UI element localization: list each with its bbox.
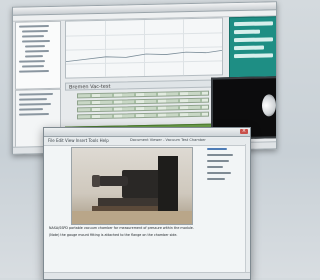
tree-item[interactable] [19,25,49,28]
photo-scope-tube [98,176,128,186]
photo-scope-lens [92,175,100,187]
control-field[interactable] [234,29,260,35]
graph-trace [66,49,222,63]
photo-floor [72,211,192,224]
video-highlight [262,94,276,117]
document-outline-list[interactable] [207,148,241,184]
waveform-graph-area[interactable] [65,17,223,79]
outline-item[interactable] [207,178,225,180]
tree-item[interactable] [25,55,43,58]
channel-row[interactable] [77,111,209,120]
caption-line-2: (Note) the gauge mount fitting is attach… [49,233,178,237]
property-row [19,98,47,101]
document-title: Document Viewer - Vacuum Test Chamber [130,138,206,142]
tree-item[interactable] [25,45,45,48]
property-row [19,108,43,111]
control-field[interactable] [234,53,273,59]
outline-item[interactable] [207,166,223,168]
tree-item[interactable] [22,35,44,38]
caption-line-1: NASA/SSPD portable vacuum chamber for me… [49,226,194,230]
navigation-tree-panel[interactable] [15,20,61,90]
control-field[interactable] [234,37,273,43]
vertical-scrollbar[interactable] [245,144,250,273]
tree-item[interactable] [22,65,44,68]
tree-item[interactable] [22,30,48,33]
control-field[interactable] [234,45,264,51]
equipment-photo [71,147,193,225]
tree-item[interactable] [22,39,50,43]
photo-device-frame [158,156,178,212]
document-viewer-window: × Document Viewer - Vacuum Test Chamber … [43,127,251,280]
property-row [19,92,53,96]
tree-item[interactable] [19,60,45,63]
channel-table-header: Bremen Vac-test [65,79,215,91]
outline-item[interactable] [207,154,233,156]
outline-item[interactable] [207,160,229,162]
property-row [19,102,51,106]
close-button[interactable]: × [240,129,248,134]
outline-item[interactable] [207,148,227,150]
outline-item[interactable] [207,172,231,174]
control-panel-teal[interactable] [229,16,277,80]
tree-item[interactable] [19,70,49,73]
tree-item[interactable] [25,50,49,53]
property-row [19,113,49,116]
control-field[interactable] [234,21,273,27]
